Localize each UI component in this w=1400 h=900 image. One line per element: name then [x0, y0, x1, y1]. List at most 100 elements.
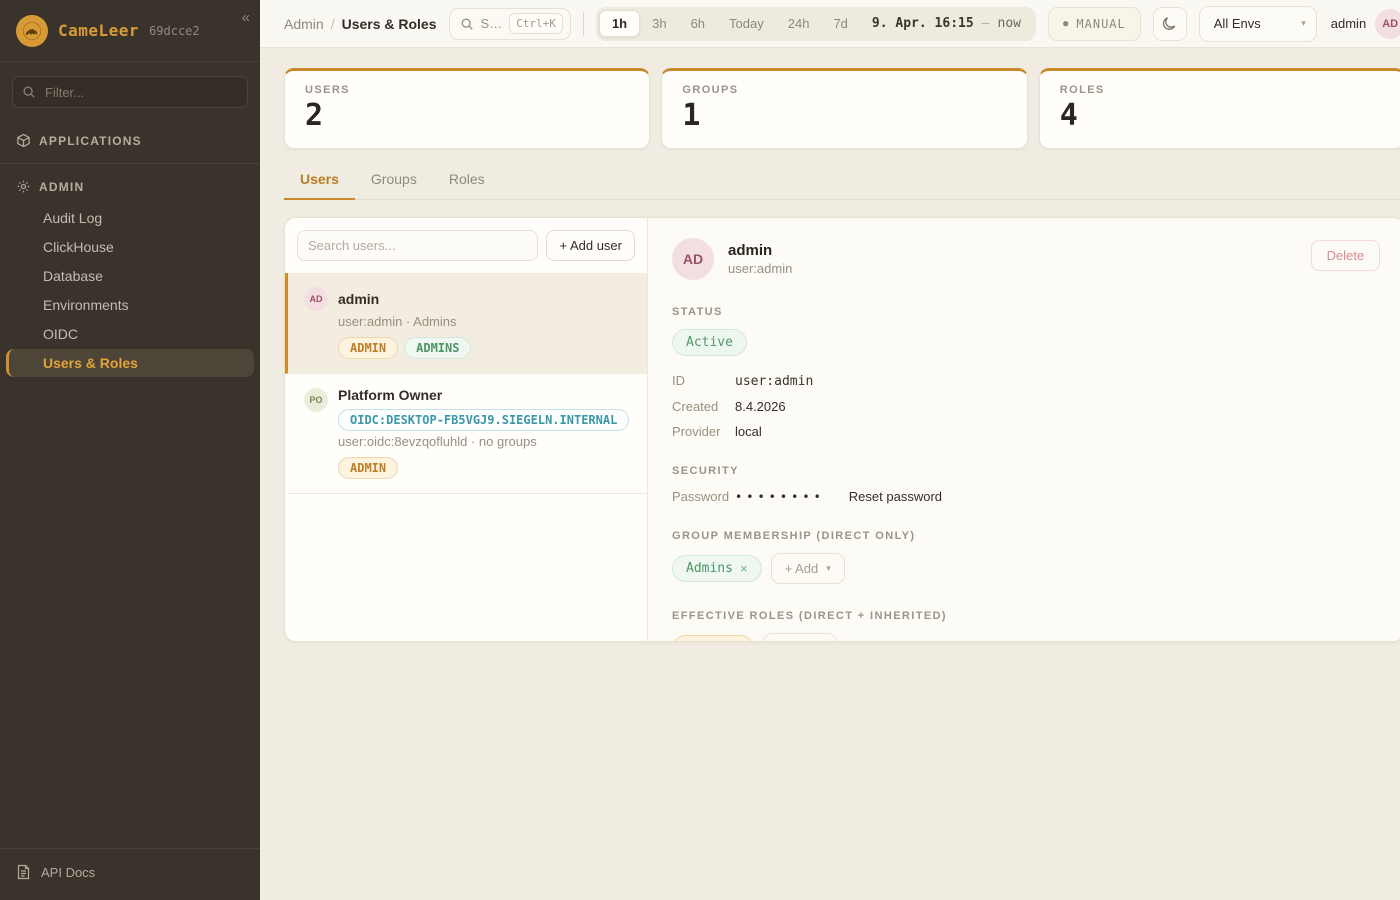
environment-select[interactable]: All Envs ▾: [1199, 6, 1317, 42]
password-mask: ••••••••: [735, 490, 825, 504]
nav-section-admin[interactable]: ADMIN: [0, 170, 260, 203]
chevron-down-icon: ▾: [826, 563, 831, 574]
breadcrumb-page: Users & Roles: [342, 16, 437, 32]
delete-user-button[interactable]: Delete: [1311, 240, 1381, 271]
sidebar-item-audit-log[interactable]: Audit Log: [6, 204, 254, 232]
stat-value: 1: [682, 99, 1006, 132]
sidebar-item-oidc[interactable]: OIDC: [6, 320, 254, 348]
sidebar-collapse-icon[interactable]: «: [242, 10, 250, 25]
header-divider: [583, 12, 584, 36]
role-badge: ADMIN: [338, 457, 398, 479]
global-search-button[interactable]: S… Ctrl+K: [449, 8, 571, 40]
moon-icon: [1161, 15, 1178, 32]
info-value: 8.4.2026: [735, 399, 786, 414]
build-hash: 69dcce2: [149, 24, 200, 38]
cube-icon: [16, 133, 31, 148]
api-docs-label: API Docs: [41, 865, 95, 880]
time-range-today[interactable]: Today: [717, 11, 776, 36]
stat-value: 2: [305, 99, 629, 132]
time-range-24h[interactable]: 24h: [776, 11, 822, 36]
avatar[interactable]: AD: [1375, 9, 1400, 39]
sidebar-item-environments[interactable]: Environments: [6, 291, 254, 319]
info-row-id: ID user:admin: [672, 373, 1380, 389]
user-row-admin[interactable]: AD admin user:admin · Admins ADMIN ADMIN…: [285, 273, 647, 374]
nav-section-applications[interactable]: APPLICATIONS: [0, 124, 260, 157]
oidc-provider-badge: OIDC:DESKTOP-FB5VGJ9.SIEGELN.INTERNAL: [338, 409, 629, 431]
role-badge: ADMIN: [338, 337, 398, 359]
group-chip-label: Admins: [686, 561, 733, 576]
stat-card-groups: GROUPS 1: [661, 68, 1027, 149]
app-logo-icon: [16, 15, 48, 47]
stat-label: GROUPS: [682, 84, 1006, 96]
add-role-button[interactable]: + Add ▾: [763, 633, 837, 641]
breadcrumb-section[interactable]: Admin: [284, 16, 324, 32]
detail-header: AD admin user:admin: [672, 238, 1380, 280]
stat-label: ROLES: [1060, 84, 1384, 96]
time-separator: –: [982, 16, 990, 31]
refresh-mode-button[interactable]: ● MANUAL: [1048, 7, 1141, 41]
security-section-label: SECURITY: [672, 465, 1380, 477]
tab-bar: Users Groups Roles: [284, 171, 1400, 200]
detail-user-name: admin: [728, 242, 792, 259]
tab-groups[interactable]: Groups: [355, 171, 433, 200]
current-user-name: admin: [1331, 16, 1366, 31]
sidebar-item-database[interactable]: Database: [6, 262, 254, 290]
time-range-3h[interactable]: 3h: [640, 11, 678, 36]
sidebar-filter-input[interactable]: [12, 76, 248, 108]
status-dot-icon: ●: [1063, 19, 1069, 29]
users-panel: + Add user AD admin user:admin · Admins …: [284, 217, 1400, 642]
nav-section-label: APPLICATIONS: [39, 134, 142, 148]
password-row: Password •••••••• Reset password: [672, 489, 1380, 504]
nav-section-label: ADMIN: [39, 180, 84, 194]
add-group-button[interactable]: + Add ▾: [771, 553, 845, 584]
sidebar: « CameLeer 69dcce2 APPLICATIONS ADMIN Au…: [0, 0, 260, 900]
info-key: ID: [672, 373, 735, 388]
sidebar-filter: [12, 76, 248, 108]
role-chip-admin: ADMIN ×: [672, 635, 754, 641]
time-range-selector: 1h 3h 6h Today 24h 7d 9. Apr. 16:15 – no…: [596, 7, 1036, 41]
time-to: now: [998, 16, 1021, 31]
document-icon: [16, 864, 31, 880]
time-display[interactable]: 9. Apr. 16:15 – now: [860, 16, 1033, 31]
info-value: user:admin: [735, 374, 813, 389]
add-user-button[interactable]: + Add user: [546, 230, 635, 261]
info-rows: ID user:admin Created 8.4.2026 Provider …: [672, 373, 1380, 439]
tab-users[interactable]: Users: [284, 171, 355, 200]
app-title: CameLeer: [58, 21, 139, 40]
sidebar-item-clickhouse[interactable]: ClickHouse: [6, 233, 254, 261]
nav-divider: [0, 163, 260, 164]
reset-password-link[interactable]: Reset password: [849, 489, 942, 504]
sidebar-spacer: [0, 378, 260, 848]
remove-group-icon[interactable]: ×: [740, 561, 748, 576]
user-row-meta: user:admin · Admins: [338, 314, 631, 329]
current-user[interactable]: admin AD: [1331, 9, 1400, 39]
status-section-label: STATUS: [672, 306, 1380, 318]
stat-label: USERS: [305, 84, 629, 96]
stat-value: 4: [1060, 99, 1384, 132]
group-chip-admins: Admins ×: [672, 555, 762, 582]
tab-roles[interactable]: Roles: [433, 171, 501, 200]
user-row-badges: ADMIN: [338, 457, 631, 479]
theme-toggle-button[interactable]: [1153, 7, 1187, 41]
info-value: local: [735, 424, 762, 439]
user-row-name: Platform Owner: [338, 387, 442, 403]
time-range-1h[interactable]: 1h: [599, 10, 640, 37]
user-row-platform-owner[interactable]: PO Platform Owner OIDC:DESKTOP-FB5VGJ9.S…: [285, 374, 647, 494]
role-chips: ADMIN × + Add ▾: [672, 633, 1380, 641]
environment-value: All Envs: [1214, 16, 1261, 31]
user-list: + Add user AD admin user:admin · Admins …: [285, 218, 648, 641]
avatar: AD: [672, 238, 714, 280]
user-row-meta: user:oidc:8evzqofluhld · no groups: [338, 434, 631, 449]
sidebar-item-users-roles[interactable]: Users & Roles: [6, 349, 254, 377]
search-shortcut-badge: Ctrl+K: [509, 13, 563, 34]
search-icon: [460, 17, 474, 31]
gear-icon: [16, 179, 31, 194]
time-from: 9. Apr. 16:15: [872, 16, 974, 31]
time-range-7d[interactable]: 7d: [821, 11, 859, 36]
api-docs-link[interactable]: API Docs: [0, 848, 260, 900]
time-range-6h[interactable]: 6h: [679, 11, 717, 36]
search-users-input[interactable]: [297, 230, 538, 261]
detail-user-id: user:admin: [728, 261, 792, 276]
group-chips: Admins × + Add ▾: [672, 553, 1380, 584]
breadcrumb-separator: /: [331, 16, 335, 32]
